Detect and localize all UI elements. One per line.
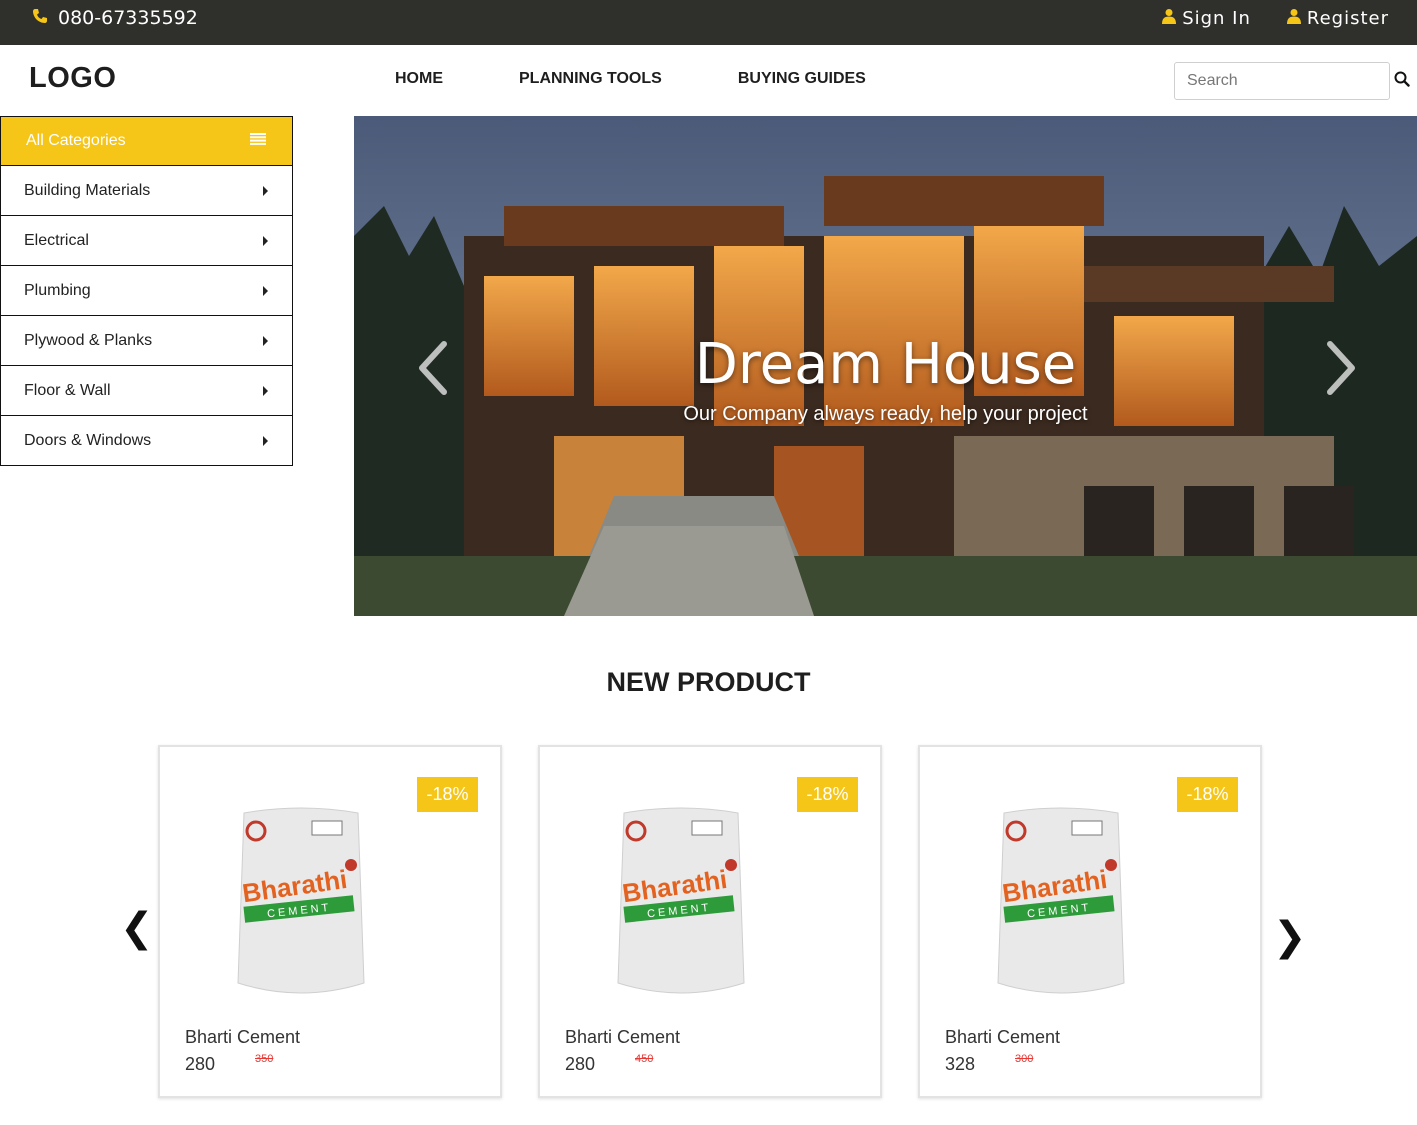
register-link[interactable]: Register [1286, 7, 1389, 29]
all-categories-header[interactable]: All Categories [0, 116, 293, 166]
category-label: Plumbing [24, 281, 91, 299]
main-nav: HOME PLANNING TOOLS BUYING GUIDES [395, 70, 866, 88]
product-price: 280 [565, 1054, 596, 1074]
product-name: Bharti Cement [565, 1027, 681, 1047]
discount-badge: -18% [797, 777, 858, 812]
cement-bag-image: Bharathi CEMENT [237, 807, 365, 994]
caret-right-icon [263, 335, 268, 346]
cement-bag-image: Bharathi CEMENT [617, 807, 745, 994]
category-floor-wall[interactable]: Floor & Wall [0, 366, 293, 416]
user-icon [1286, 8, 1301, 29]
product-card[interactable]: -18% Bharathi CEMENT Bharti Cement 280 3… [158, 745, 502, 1098]
search-input[interactable] [1175, 63, 1394, 99]
sign-in-link[interactable]: Sign In [1162, 8, 1251, 29]
chevron-left-icon[interactable] [414, 338, 454, 398]
phone-number: 080-67335592 [58, 7, 198, 29]
chevron-left-icon[interactable]: ❮ [120, 905, 154, 951]
discount-badge: -18% [1177, 777, 1238, 812]
category-sidebar: All Categories Building Materials Electr… [0, 116, 293, 466]
sign-in-label: Sign In [1182, 7, 1251, 29]
caret-right-icon [263, 185, 268, 196]
category-label: Building Materials [24, 181, 151, 199]
chevron-right-icon[interactable] [1320, 338, 1360, 398]
category-plumbing[interactable]: Plumbing [0, 266, 293, 316]
hero-title: Dream House [694, 332, 1077, 397]
product-old-price: 300 [1015, 1053, 1034, 1065]
caret-right-icon [263, 235, 268, 246]
phone-icon [32, 7, 48, 29]
category-label: Electrical [24, 231, 89, 249]
auth-links: Sign In Register [1162, 0, 1389, 36]
user-icon [1162, 8, 1177, 29]
caret-right-icon [263, 285, 268, 296]
top-bar: 080-67335592 Sign In Register [0, 0, 1417, 45]
category-label: Floor & Wall [24, 381, 111, 399]
hero-subtitle: Our Company always ready, help your proj… [683, 403, 1088, 425]
hero-slider: Dream House Our Company always ready, he… [354, 116, 1417, 616]
nav-planning-tools[interactable]: PLANNING TOOLS [519, 70, 662, 88]
product-card[interactable]: -18% Bharathi CEMENT Bharti Cement 280 4… [538, 745, 882, 1098]
product-card[interactable]: -18% Bharathi CEMENT Bharti Cement 328 3… [918, 745, 1262, 1098]
category-building-materials[interactable]: Building Materials [0, 166, 293, 216]
product-old-price: 350 [255, 1053, 274, 1065]
nav-home[interactable]: HOME [395, 70, 443, 88]
product-price: 280 [185, 1054, 216, 1074]
discount-badge: -18% [417, 777, 478, 812]
product-old-price: 450 [635, 1053, 654, 1065]
search-icon [1394, 71, 1410, 92]
product-name: Bharti Cement [945, 1027, 1061, 1047]
site-logo[interactable]: LOGO [29, 62, 116, 95]
category-label: Plywood & Planks [24, 331, 153, 349]
list-icon [250, 132, 266, 150]
category-doors-windows[interactable]: Doors & Windows [0, 416, 293, 466]
product-price: 328 [945, 1054, 976, 1074]
cement-bag-image: Bharathi CEMENT [997, 807, 1125, 994]
section-title: NEW PRODUCT [606, 667, 811, 697]
category-electrical[interactable]: Electrical [0, 216, 293, 266]
phone-contact[interactable]: 080-67335592 [32, 0, 198, 36]
product-name: Bharti Cement [185, 1027, 301, 1047]
chevron-right-icon[interactable]: ❯ [1273, 914, 1307, 960]
search-box [1174, 62, 1410, 100]
caret-right-icon [263, 385, 268, 396]
search-button[interactable] [1394, 63, 1410, 99]
nav-buying-guides[interactable]: BUYING GUIDES [738, 70, 866, 88]
category-plywood-planks[interactable]: Plywood & Planks [0, 316, 293, 366]
category-label: Doors & Windows [24, 431, 152, 449]
register-label: Register [1306, 7, 1389, 29]
caret-right-icon [263, 435, 268, 446]
all-categories-label: All Categories [26, 132, 126, 149]
